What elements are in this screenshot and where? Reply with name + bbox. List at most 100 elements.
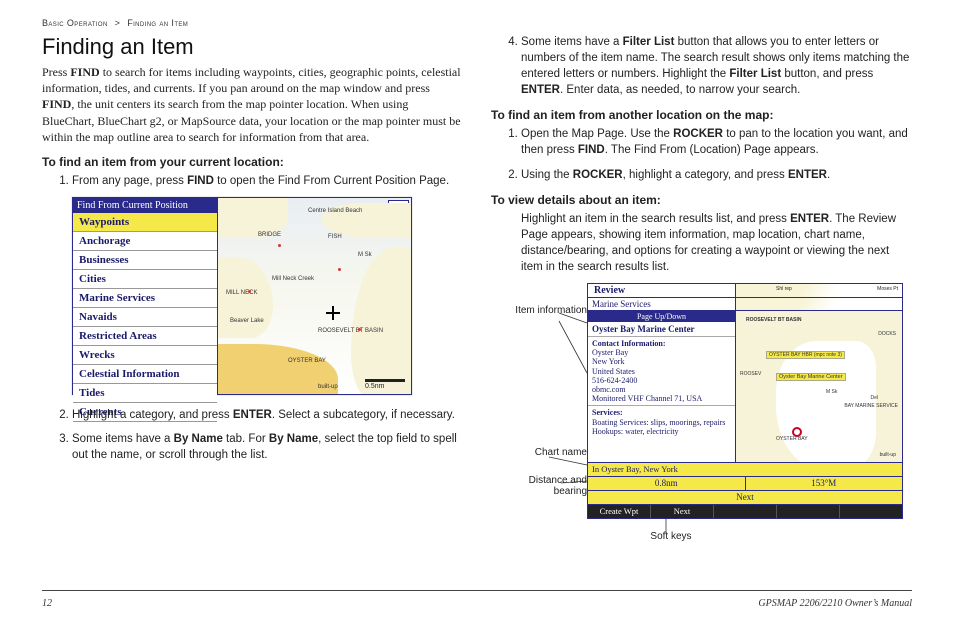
map-label: ROOSEVELT BT BASIN — [746, 317, 801, 323]
callout-soft-keys: Soft keys — [631, 531, 711, 542]
step-3: Some items have a By Name tab. For By Na… — [72, 431, 463, 463]
t: button, and press — [781, 68, 873, 80]
fig2-pageupdown[interactable]: Page Up/Down — [588, 311, 735, 322]
t: to open the Find From Current Position P… — [214, 175, 449, 187]
page-title: Finding an Item — [42, 34, 463, 60]
map-label: Moses Pt — [877, 286, 898, 292]
softkey-blank[interactable] — [840, 505, 902, 518]
fig1-item[interactable]: Restricted Areas — [73, 327, 217, 346]
map-label: Del — [870, 395, 878, 401]
fig1-menu: Find From Current Position Waypoints Anc… — [73, 198, 218, 394]
map-label: ROOSEVELT BT BASIN — [318, 328, 383, 334]
services-body: Boating Services: slips, moorings, repai… — [592, 418, 731, 436]
map-label: BAY MARINE SERVICE — [844, 403, 898, 409]
kw-rocker: ROCKER — [673, 128, 723, 140]
t: Press — [42, 65, 70, 79]
fig2-distance: 0.8nm — [588, 477, 746, 490]
t: Some items have a — [521, 36, 623, 48]
map-label: Centre Island Beach — [308, 208, 362, 214]
left-column: Finding an Item Press FIND to search for… — [42, 34, 463, 543]
subhead-view-details: To view details about an item: — [491, 193, 912, 207]
t: . Enter data, as needed, to narrow your … — [560, 84, 800, 96]
map-label: Mill Neck Creek — [272, 276, 314, 282]
kw-filter: Filter List — [623, 36, 675, 48]
t: to search for items including waypoints,… — [42, 65, 461, 95]
figure-review-page: Review Shl rep Moses Pt Marine Services … — [587, 283, 903, 519]
fig2-tabrow: Marine Services — [588, 298, 902, 311]
steps-current-location-cont: Highlight a category, and press ENTER. S… — [42, 407, 463, 463]
target-icon — [792, 427, 802, 437]
subhead-current-location: To find an item from your current locati… — [42, 155, 463, 169]
t: tab. For — [223, 433, 269, 445]
steps-other-location: Open the Map Page. Use the ROCKER to pan… — [491, 126, 912, 182]
t: , highlight a category, and press — [623, 169, 788, 181]
kw-enter: ENTER — [233, 409, 272, 421]
right-column: Some items have a Filter List button tha… — [491, 34, 912, 543]
softkey-blank[interactable] — [714, 505, 777, 518]
fig2-next[interactable]: Next — [588, 490, 902, 504]
fig2-tab[interactable]: Marine Services — [588, 298, 736, 310]
step-4: Some items have a Filter List button tha… — [521, 34, 912, 98]
map-cursor-icon — [326, 306, 340, 320]
map-label-highlight: Oyster Bay Marine Center — [776, 373, 846, 381]
softkey-blank[interactable] — [777, 505, 840, 518]
t: Highlight an item in the search results … — [521, 213, 790, 225]
map-label: Shl rep — [776, 286, 792, 292]
figure-find-from-current-position: Find From Current Position Waypoints Anc… — [72, 197, 412, 395]
fig2-chart-row: In Oyster Bay, New York — [588, 462, 902, 476]
fig2-services: Services: Boating Services: slips, moori… — [588, 406, 735, 438]
fig2-item-name: Oyster Bay Marine Center — [588, 322, 735, 337]
fig1-item[interactable]: Tides — [73, 384, 217, 403]
kw-rocker: ROCKER — [573, 169, 623, 181]
fig2-bearing: 153°M — [746, 477, 903, 490]
contact-body: Oyster Bay New York United States 516-62… — [592, 348, 731, 403]
fig1-item[interactable]: Celestial Information — [73, 365, 217, 384]
fig1-item[interactable]: Anchorage — [73, 232, 217, 251]
fig2-dist-row: 0.8nm 153°M — [588, 476, 902, 490]
kw-filter: Filter List — [729, 68, 781, 80]
callout-item-info: Item information — [497, 305, 587, 316]
fig1-item[interactable]: Navaids — [73, 308, 217, 327]
fig2-top: Review Shl rep Moses Pt — [588, 284, 902, 298]
map-label: OYSTER BAY — [288, 358, 326, 364]
figure-review-block: Item information Chart name Distance and… — [491, 283, 912, 543]
fig1-item[interactable]: Wrecks — [73, 346, 217, 365]
footer-rule — [42, 590, 912, 591]
map-label: M Sk — [358, 252, 372, 258]
scale-text: 0.5nm — [365, 383, 384, 390]
t: Highlight a category, and press — [72, 409, 233, 421]
softkey-next[interactable]: Next — [651, 505, 714, 518]
fig1-item-waypoints[interactable]: Waypoints — [73, 213, 217, 232]
kw-find: FIND — [187, 175, 214, 187]
fig2-info: Page Up/Down Oyster Bay Marine Center Co… — [588, 311, 736, 462]
t: Using the — [521, 169, 573, 181]
fig1-map: 3.0 Centre Island Beach BRIDGE FISH M Sk… — [218, 198, 411, 394]
fig1-item[interactable]: Businesses — [73, 251, 217, 270]
breadcrumb: Basic Operation > Finding an Item — [42, 18, 912, 28]
kw-enter: ENTER — [521, 84, 560, 96]
steps-filter: Some items have a Filter List button tha… — [491, 34, 912, 98]
kw-enter: ENTER — [788, 169, 827, 181]
t: . Select a subcategory, if necessary. — [272, 409, 455, 421]
map-label: built-up — [880, 452, 896, 458]
breadcrumb-b: Finding an Item — [127, 18, 188, 28]
t: , the unit centers its search from the m… — [42, 97, 461, 143]
manual-title: GPSMAP 2206/2210 Owner’s Manual — [758, 598, 912, 609]
fig2-contact: Contact Information: Oyster Bay New York… — [588, 337, 735, 406]
map-label: ROOSEV — [740, 371, 761, 377]
map-label: MILL NECK — [226, 290, 257, 296]
callout-chart-name: Chart name — [497, 447, 587, 458]
t: Some items have a — [72, 433, 174, 445]
h: Contact Information: — [592, 339, 731, 348]
kw-byname: By Name — [269, 433, 318, 445]
softkey-create-wpt[interactable]: Create Wpt — [588, 505, 651, 518]
fig2-softkeys: Create Wpt Next — [588, 504, 902, 518]
map-label: OYSTER BAY — [776, 436, 808, 442]
step-2: Highlight a category, and press ENTER. S… — [72, 407, 463, 423]
footer: 12 GPSMAP 2206/2210 Owner’s Manual — [42, 598, 912, 609]
map-label: built-up — [318, 384, 338, 390]
fig1-item[interactable]: Cities — [73, 270, 217, 289]
t: Open the Map Page. Use the — [521, 128, 673, 140]
fig2-map: ROOSEVELT BT BASIN DOCKS ROOSEV Oyster B… — [736, 311, 902, 462]
fig1-item[interactable]: Marine Services — [73, 289, 217, 308]
